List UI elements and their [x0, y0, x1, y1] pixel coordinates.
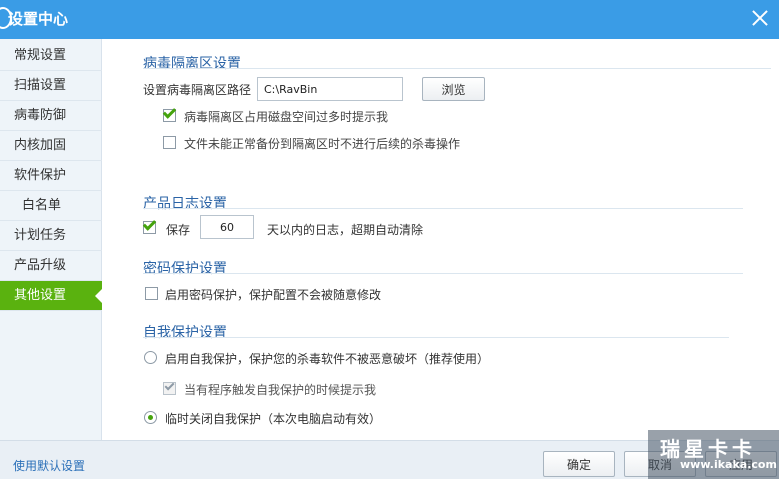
no-backup-skip-checkbox[interactable] [163, 136, 176, 149]
section-divider [143, 337, 729, 338]
disk-space-warning-label: 病毒隔离区占用磁盘空间过多时提示我 [184, 110, 389, 124]
sidebar-item-kernel-hardening[interactable]: 内核加固 [0, 131, 102, 161]
footer-bar: 使用默认设置 确定 取消 应用 [0, 440, 779, 479]
quarantine-section-title: 病毒隔离区设置 [143, 56, 241, 72]
password-protect-label: 启用密码保护，保护配置不会被随意修改 [165, 288, 382, 302]
checkmark-icon [142, 217, 157, 231]
checkmark-icon [162, 105, 177, 119]
log-days-input[interactable] [200, 215, 254, 239]
sidebar-item-scan[interactable]: 扫描设置 [0, 71, 102, 101]
close-icon[interactable] [750, 8, 770, 28]
keep-logs-label: 保存 [166, 223, 191, 237]
apply-button[interactable]: 应用 [705, 451, 777, 477]
cancel-button[interactable]: 取消 [624, 451, 696, 477]
temp-disable-selfprotect-radio[interactable] [144, 411, 157, 424]
quarantine-path-label: 设置病毒隔离区路径 [143, 83, 252, 97]
sidebar-item-general[interactable]: 常规设置 [0, 41, 102, 71]
enable-selfprotect-radio[interactable] [144, 351, 157, 364]
log-section-title: 产品日志设置 [143, 196, 227, 212]
no-backup-skip-label: 文件未能正常备份到隔离区时不进行后续的杀毒操作 [184, 137, 461, 151]
browse-button[interactable]: 浏览 [422, 77, 485, 101]
selfprotect-notify-checkbox[interactable] [163, 380, 176, 395]
title-bar: 设置中心 [0, 0, 779, 39]
password-section-title: 密码保护设置 [143, 261, 227, 277]
quarantine-path-input[interactable] [257, 77, 403, 101]
sidebar-item-scheduled-tasks[interactable]: 计划任务 [0, 221, 102, 251]
restore-defaults-link[interactable]: 使用默认设置 [13, 457, 85, 474]
ok-button[interactable]: 确定 [543, 451, 615, 477]
section-divider [143, 208, 743, 209]
section-divider [143, 68, 771, 69]
password-protect-checkbox[interactable] [145, 287, 158, 300]
sidebar-item-whitelist[interactable]: 白名单 [0, 191, 102, 221]
enable-selfprotect-label: 启用自我保护，保护您的杀毒软件不被恶意破坏（推荐使用） [165, 352, 490, 366]
checkmark-icon [164, 380, 175, 391]
selfprotect-section-title: 自我保护设置 [143, 325, 227, 341]
sidebar-item-product-upgrade[interactable]: 产品升级 [0, 251, 102, 281]
log-days-suffix: 天以内的日志，超期自动清除 [267, 223, 424, 237]
sidebar-item-other-settings[interactable]: 其他设置 [0, 281, 102, 311]
temp-disable-selfprotect-label: 临时关闭自我保护（本次电脑启动有效） [165, 412, 382, 426]
sidebar: 常规设置 扫描设置 病毒防御 内核加固 软件保护 白名单 计划任务 产品升级 其… [0, 39, 102, 440]
section-divider [143, 273, 743, 274]
sidebar-item-virus-defense[interactable]: 病毒防御 [0, 101, 102, 131]
selfprotect-notify-label: 当有程序触发自我保护的时候提示我 [184, 383, 377, 397]
settings-panel: 病毒隔离区设置 设置病毒隔离区路径 浏览 病毒隔离区占用磁盘空间过多时提示我 文… [102, 39, 779, 440]
window-title: 设置中心 [8, 10, 69, 28]
disk-space-warning-checkbox[interactable] [162, 105, 177, 122]
keep-logs-checkbox[interactable] [142, 217, 157, 234]
radio-selected-dot [148, 415, 153, 420]
sidebar-item-software-protection[interactable]: 软件保护 [0, 161, 102, 191]
